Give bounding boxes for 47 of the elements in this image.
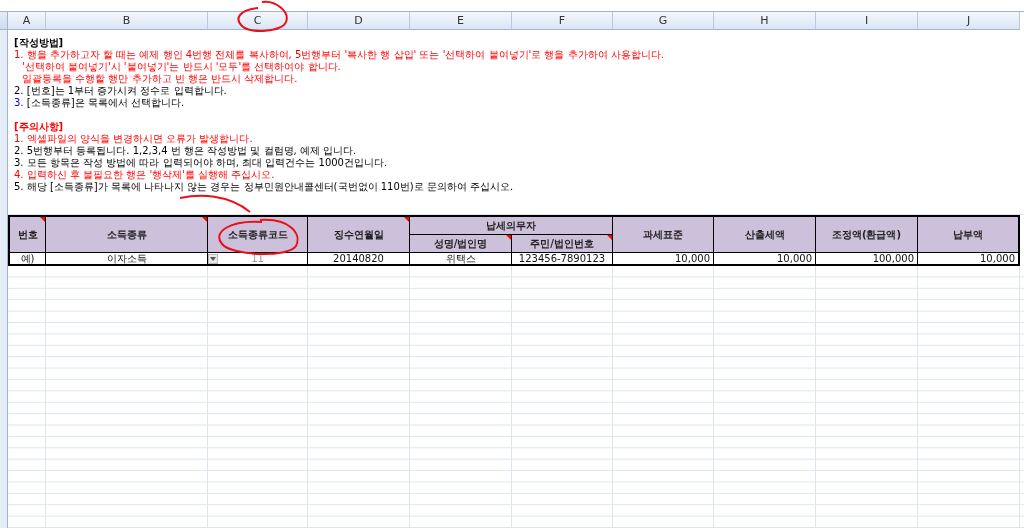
annotation-stroke bbox=[179, 194, 251, 213]
dropdown-button[interactable] bbox=[208, 254, 218, 264]
instruction-text: [주의사항] bbox=[14, 121, 64, 133]
caret-icon bbox=[210, 257, 216, 261]
cell-grid[interactable] bbox=[8, 266, 1024, 528]
column-heading: 조정액(환급액) bbox=[816, 215, 918, 253]
instruction-text: 4. 입력하신 후 불필요한 행은 '행삭제'를 실행해 주십시오. bbox=[14, 169, 275, 181]
column-header[interactable]: E bbox=[410, 12, 512, 30]
table-cell: 20140820 bbox=[308, 253, 410, 266]
column-header[interactable]: B bbox=[46, 12, 208, 30]
table-cell: 100,000 bbox=[816, 253, 918, 266]
column-heading: 납세의무자 bbox=[410, 215, 613, 235]
instruction-text: 1. 행을 추가하고자 할 때는 예제 행인 4번행 전체를 복사하여, 5번행부터 '복사한 행 삽입' 또는 '선택하여 붙여넣기'로 행을 추가하여 사용합니다. bbox=[14, 49, 665, 61]
instruction-text: 2. [번호]는 1부터 증가시켜 정수로 입력합니다. bbox=[14, 85, 227, 97]
table-cell: 10,000 bbox=[918, 253, 1020, 266]
column-heading: 징수연월일 bbox=[308, 215, 410, 253]
column-header[interactable]: C bbox=[208, 12, 308, 30]
column-heading: 번호 bbox=[8, 215, 46, 253]
column-heading: 소득종류코드 bbox=[208, 215, 308, 253]
column-header[interactable]: G bbox=[613, 12, 714, 30]
instruction-text: [작성방법] bbox=[14, 37, 64, 49]
instruction-text: 3. [소득종류]은 목록에서 선택합니다. bbox=[14, 97, 185, 109]
instruction-text: 3. 모든 항목은 작성 방법에 따라 입력되어야 하며, 최대 입력건수는 1000건입니다. bbox=[14, 157, 388, 169]
table-cell: 123456-7890123 bbox=[512, 253, 613, 266]
column-header[interactable]: H bbox=[714, 12, 816, 30]
column-heading: 주민/법인번호 bbox=[512, 235, 613, 253]
column-header[interactable]: J bbox=[918, 12, 1020, 30]
instruction-text: 일괄등록을 수행할 행만 추가하고 빈 행은 반드시 삭제합니다. bbox=[22, 73, 298, 85]
column-heading: 소득종류 bbox=[46, 215, 208, 253]
column-heading: 납부액 bbox=[918, 215, 1020, 253]
column-heading: 성명/법인명 bbox=[410, 235, 512, 253]
table-cell: 10,000 bbox=[714, 253, 816, 266]
table-cell: 예) bbox=[8, 253, 46, 266]
instruction-text: 2. 5번행부터 등록됩니다. 1,2,3,4 번 행은 작성방법 및 컬럼명, 예제 입니다. bbox=[14, 145, 357, 157]
instruction-text: 1. 엑셀파일의 양식을 변경하시면 오류가 발생합니다. bbox=[14, 133, 253, 145]
table-cell: 이자소득 bbox=[46, 253, 208, 266]
instruction-text: 5. 해당 [소득종류]가 목록에 나타나지 않는 경우는 정부민원안내콜센터(국번없이 110번)로 문의하여 주십시오. bbox=[14, 181, 514, 193]
column-header[interactable]: A bbox=[8, 12, 46, 30]
select-all-button[interactable] bbox=[0, 12, 8, 30]
column-header[interactable]: F bbox=[512, 12, 613, 30]
table-cell: 위택스 bbox=[410, 253, 512, 266]
table-cell: 10,000 bbox=[613, 253, 714, 266]
column-heading: 과세표준 bbox=[613, 215, 714, 253]
instruction-text: '선택하여 붙여넣기'시 '붙여넣기'는 반드시 '모두'를 선택하여야 합니다. bbox=[22, 61, 341, 73]
column-header[interactable]: D bbox=[308, 12, 410, 30]
column-heading: 산출세액 bbox=[714, 215, 816, 253]
column-header[interactable]: I bbox=[816, 12, 918, 30]
